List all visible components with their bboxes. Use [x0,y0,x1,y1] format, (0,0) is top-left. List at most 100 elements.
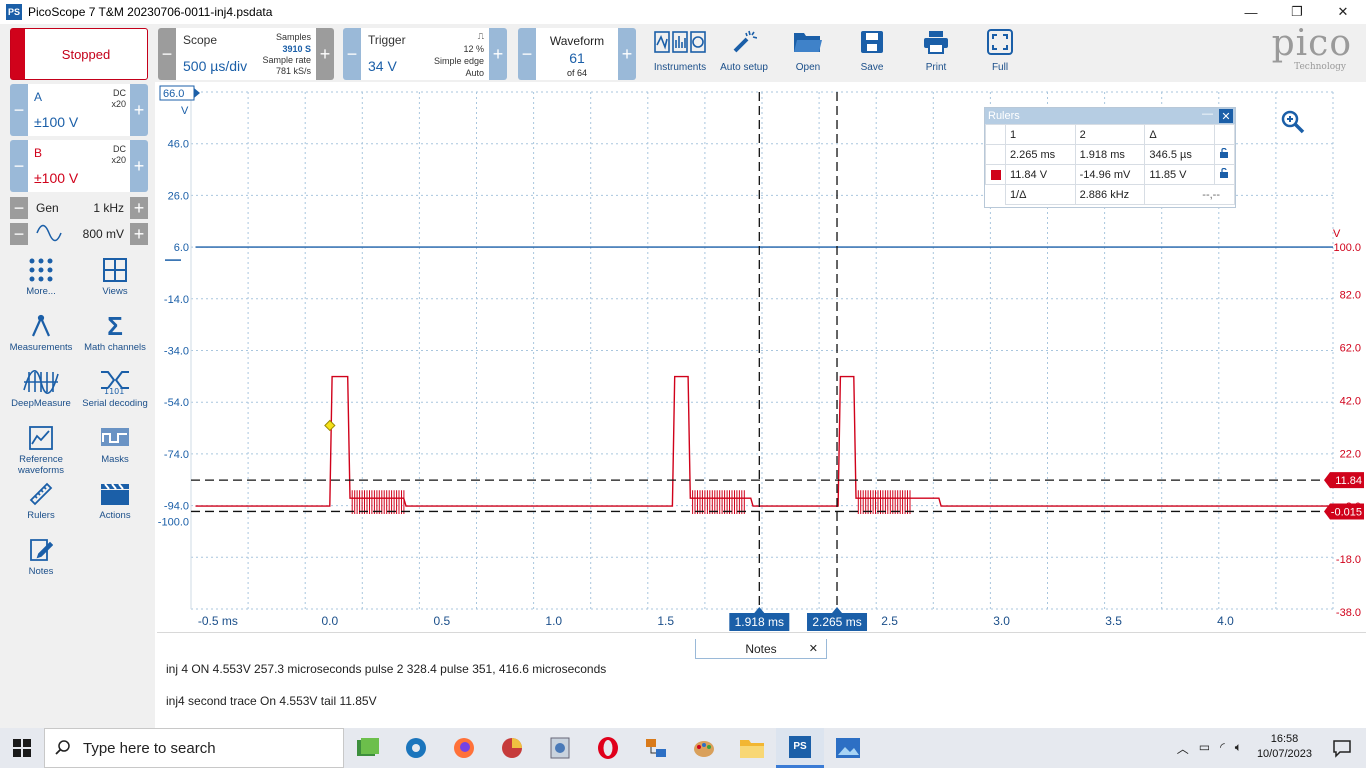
notifications-icon[interactable] [1332,738,1352,761]
notes-tab[interactable]: Notes ✕ [695,639,827,659]
reference-waveforms-button[interactable]: Reference waveforms [4,426,78,476]
toolbar: Stopped − Scope 500 µs/div Samples 3910 … [0,24,1366,82]
trigger-type[interactable]: Simple edge [434,56,484,67]
views-button[interactable]: Views [78,258,152,297]
picoscope-taskbar-icon[interactable]: PS [776,728,824,768]
network-tool-icon[interactable] [632,728,680,768]
channel-b-coupling[interactable]: DC x20 [111,144,126,166]
full-screen-button[interactable]: Full [968,26,1032,78]
timebase-control: − Scope 500 µs/div Samples 3910 S Sample… [158,28,334,80]
timebase-value[interactable]: 500 µs/div [183,58,247,74]
channel-a-name[interactable]: A [34,90,42,104]
generator-frequency-decrease[interactable]: − [10,197,28,219]
firefox-icon[interactable] [440,728,488,768]
auto-setup-button[interactable]: Auto setup [712,26,776,78]
trigger-increase-button[interactable]: + [489,28,507,80]
system-tray: ︿ ▭ ◜ 🔈︎ [1177,740,1242,757]
channel-a-range-increase[interactable]: + [130,84,148,136]
voltage-ruler-label[interactable]: -0.015 [1331,506,1362,518]
samples-value[interactable]: 3910 S [282,44,311,55]
time-ruler-label[interactable]: 2.265 ms [812,615,861,629]
waveform-number[interactable]: 61 [536,50,618,66]
maximize-button[interactable]: ❐ [1274,0,1320,24]
generator-amplitude-increase[interactable]: + [130,223,148,245]
channel-a-range-decrease[interactable]: − [10,84,28,136]
close-icon[interactable]: ✕ [1219,109,1233,123]
run-stop-button[interactable]: Stopped [10,28,148,80]
volume-icon[interactable]: 🔈︎ [1235,740,1242,757]
channel-b-range[interactable]: ±100 V [34,170,78,186]
print-label: Print [925,62,947,73]
taskbar-search-box[interactable]: Type here to search [44,728,344,768]
channel-a-coupling[interactable]: DC x20 [111,88,126,110]
channel-b-range-increase[interactable]: + [130,140,148,192]
open-button[interactable]: Open [776,26,840,78]
channel-a-range[interactable]: ±100 V [34,114,78,130]
rulers-window-header[interactable]: Rulers — ✕ [985,108,1235,124]
rulers-window[interactable]: Rulers — ✕ 1 2 Δ 2.265 ms 1.918 ms 346.5… [984,107,1236,208]
notes-pane[interactable]: Notes ✕ inj 4 ON 4.553V 257.3 microsecon… [157,632,1366,728]
actions-button[interactable]: Actions [78,482,152,521]
notes-line-2[interactable]: inj4 second trace On 4.553V tail 11.85V [166,694,377,708]
generator-frequency-increase[interactable]: + [130,197,148,219]
channel-b-name[interactable]: B [34,146,42,160]
axis-offset-handle-icon[interactable] [194,88,200,98]
save-button[interactable]: Save [840,26,904,78]
trigger-marker-icon[interactable] [324,419,336,432]
voltage-ruler-label[interactable]: 11.84 [1335,475,1362,487]
show-hidden-icons-icon[interactable]: ︿ [1177,740,1189,757]
disk-cleanup-icon[interactable] [536,728,584,768]
chart-app-icon[interactable] [488,728,536,768]
waveform-previous-button[interactable]: − [518,28,536,80]
serial-decoding-button[interactable]: 1101 Serial decoding [78,370,152,409]
lock-icon[interactable] [1214,144,1235,165]
wifi-icon[interactable]: ◜ [1220,740,1225,757]
notes-line-1[interactable]: inj 4 ON 4.553V 257.3 microseconds pulse… [166,662,606,676]
rulers-header-2: 2 [1074,124,1146,145]
lock-icon[interactable] [1214,164,1235,185]
masks-button[interactable]: Masks [78,426,152,465]
trigger-mode[interactable]: Auto [465,68,484,79]
generator-amplitude[interactable]: 800 mV [83,227,124,241]
photos-icon[interactable] [824,728,872,768]
timebase-decrease-button[interactable]: − [158,28,176,80]
scope-label: Scope [183,33,218,47]
instruments-button[interactable]: Instruments [648,26,712,78]
time-axis-tick-label: 1.0 [545,614,562,628]
generator-frequency[interactable]: 1 kHz [93,201,124,215]
deepmeasure-button[interactable]: DeepMeasure [4,370,78,409]
clock-time: 16:58 [1270,733,1299,745]
minimize-icon[interactable]: — [1202,108,1213,120]
close-notes-icon[interactable]: ✕ [809,642,818,655]
start-button[interactable] [0,728,44,768]
edge-browser-icon[interactable] [392,728,440,768]
battery-icon[interactable]: ▭ [1199,740,1210,757]
time-ruler-handle-icon[interactable] [754,607,765,613]
timebase-increase-button[interactable]: + [316,28,334,80]
paint-icon[interactable] [680,728,728,768]
trigger-control: − Trigger 34 V ⎍ 12 % Simple edge Auto + [343,28,507,80]
time-ruler-handle-icon[interactable] [832,607,843,613]
print-button[interactable]: Print [904,26,968,78]
left-axis-top-value: 66.0 [163,88,184,100]
generator-amplitude-decrease[interactable]: − [10,223,28,245]
time-ruler-1-value: 2.265 ms [1004,144,1076,165]
taskbar-clock[interactable]: 16:58 10/07/2023 [1257,732,1312,762]
channel-b-trace [195,375,1333,507]
minimize-button[interactable]: — [1228,0,1274,24]
trigger-decrease-button[interactable]: − [343,28,361,80]
math-channels-button[interactable]: Σ Math channels [78,313,152,353]
mahjong-icon[interactable] [344,728,392,768]
more-button[interactable]: More... [4,258,78,297]
channel-b-range-decrease[interactable]: − [10,140,28,192]
waveform-next-button[interactable]: + [618,28,636,80]
rulers-button[interactable]: Rulers [4,482,78,521]
opera-icon[interactable] [584,728,632,768]
notes-button[interactable]: Notes [4,538,78,577]
time-axis-tick-label: -0.5 ms [198,614,238,628]
measurements-button[interactable]: Measurements [4,314,78,353]
time-ruler-label[interactable]: 1.918 ms [735,615,784,629]
file-explorer-icon[interactable] [728,728,776,768]
trigger-level-value[interactable]: 34 V [368,58,397,74]
close-window-button[interactable]: ✕ [1320,0,1366,24]
